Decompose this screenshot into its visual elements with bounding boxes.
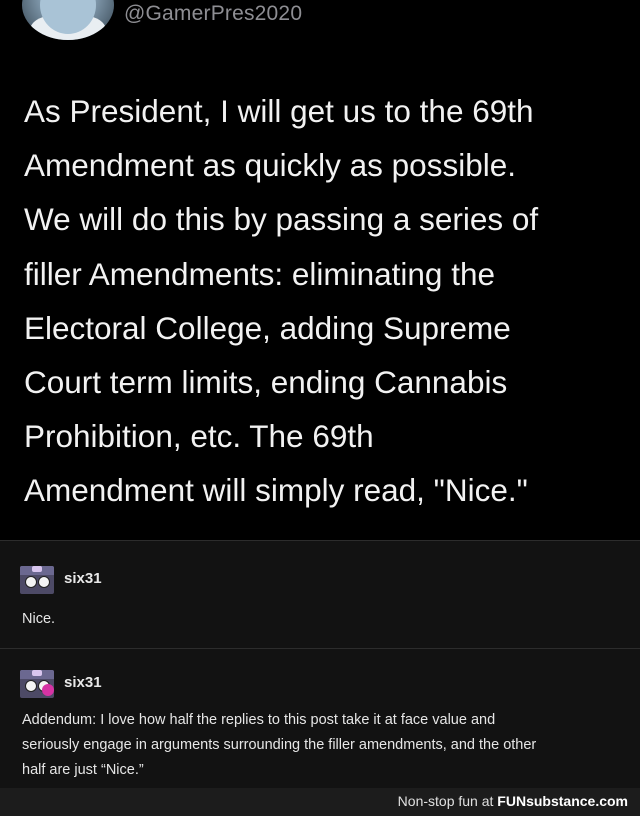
reply-avatar[interactable] [20,670,54,698]
divider [0,648,640,649]
reply-username[interactable]: six31 [64,570,102,587]
reply-text: Addendum: I love how half the replies to… [22,708,622,783]
tweet-text: As President, I will get us to the 69th … [24,84,624,518]
tweet-line: Electoral College, adding Supreme [24,309,511,346]
watermark-brand: FUNsubstance.com [497,793,628,809]
avatar-bow [32,670,42,676]
reply-avatar[interactable] [20,566,54,594]
avatar-eye [25,576,37,588]
user-handle[interactable]: @GamerPres2020 [124,2,302,26]
replies-section: six31 Nice. six31 Addendum: I love how h… [0,540,640,788]
avatar-eye [38,576,50,588]
reply-text: Nice. [22,611,56,627]
divider [0,540,640,541]
bubblegum-icon [42,684,54,696]
watermark[interactable]: Non-stop fun at FUNsubstance.com [398,793,628,809]
avatar-bow [32,566,42,572]
reply-line: Addendum: I love how half the replies to… [22,712,496,728]
reply-username[interactable]: six31 [64,674,102,691]
tweet-line: We will do this by passing a series of [24,201,539,238]
tweet-line: As President, I will get us to the 69th [24,93,534,129]
reply-line: half are just “Nice.” [22,762,144,778]
user-avatar[interactable] [22,0,114,40]
watermark-text: Non-stop fun at [397,793,494,809]
tweet-line: Amendment will simply read, "Nice." [24,472,528,509]
watermark-bar: Non-stop fun at FUNsubstance.com [0,788,640,816]
reply-line: seriously engage in arguments surroundin… [22,737,537,753]
tweet-line: Prohibition, etc. The 69th [24,418,374,455]
tweet-line: filler Amendments: eliminating the [24,255,495,292]
tweet-line: Court term limits, ending Cannabis [24,364,508,401]
avatar-eye [25,680,37,692]
tweet-card: @GamerPres2020 As President, I will get … [0,0,640,540]
tweet-line: Amendment as quickly as possible. [24,147,516,184]
